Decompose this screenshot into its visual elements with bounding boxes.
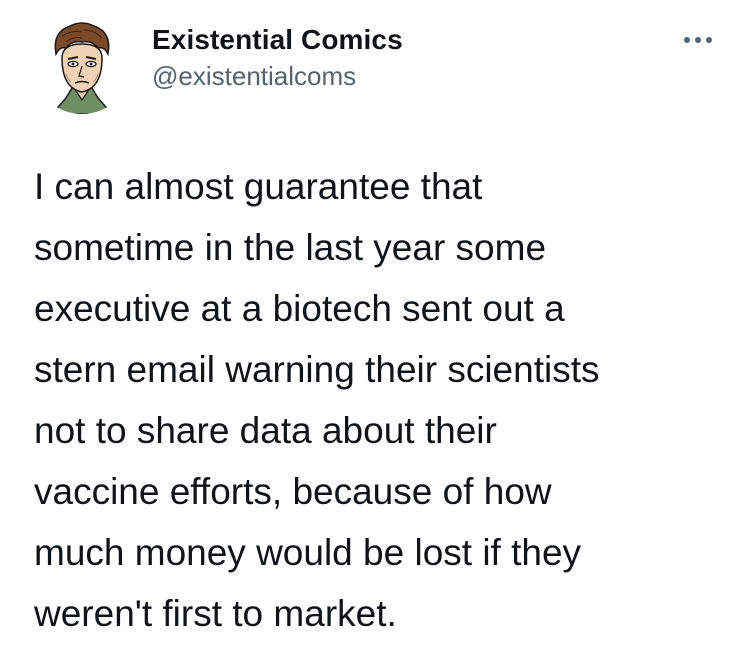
- more-options-icon: [695, 37, 701, 43]
- tweet-text-line: weren't first to market.: [34, 593, 397, 634]
- more-options-icon: [684, 37, 690, 43]
- cartoon-philosopher-portrait-icon: [51, 22, 113, 114]
- author-handle[interactable]: @existentialcoms: [152, 58, 403, 94]
- avatar[interactable]: [32, 14, 132, 114]
- more-options-button[interactable]: [676, 28, 720, 52]
- author-display-name[interactable]: Existential Comics: [152, 22, 403, 58]
- tweet-text-line: stern email warning their scientists: [34, 349, 600, 390]
- tweet-text: I can almost guarantee that sometime in …: [34, 156, 734, 644]
- tweet-text-line: much money would be lost if they: [34, 532, 582, 573]
- tweet-text-line: executive at a biotech sent out a: [34, 288, 565, 329]
- tweet-text-line: not to share data about their: [34, 410, 497, 451]
- tweet-text-line: sometime in the last year some: [34, 227, 547, 268]
- tweet-card: Existential Comics @existentialcoms I ca…: [0, 0, 750, 661]
- author-info: Existential Comics @existentialcoms: [152, 22, 403, 94]
- tweet-text-line: vaccine efforts, because of how: [34, 471, 552, 512]
- more-options-icon: [706, 37, 712, 43]
- tweet-text-line: I can almost guarantee that: [34, 166, 483, 207]
